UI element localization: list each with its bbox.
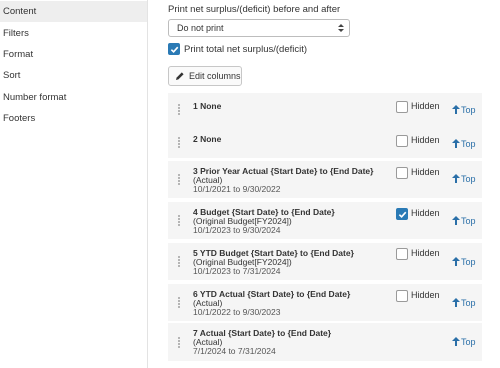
hidden-checkbox[interactable] [396, 101, 408, 113]
print-total-label: Print total net surplus/(deficit) [184, 44, 308, 55]
sidebar-item-label: Content [3, 6, 37, 17]
column-title: 1 None [193, 101, 222, 111]
arrow-up-icon [452, 257, 460, 266]
top-label: Top [461, 139, 476, 149]
arrow-up-icon [452, 105, 460, 114]
top-label: Top [461, 257, 476, 267]
top-label: Top [461, 337, 476, 347]
drag-handle-icon[interactable] [177, 104, 182, 116]
hidden-label: Hidden [411, 135, 440, 145]
sidebar-item-label: Footers [3, 113, 36, 124]
hidden-checkbox[interactable] [396, 248, 408, 260]
checkmark-icon [398, 211, 407, 219]
arrow-up-icon [452, 298, 460, 307]
arrow-up-icon [452, 337, 460, 346]
net-surplus-label: Print net surplus/(deficit) before and a… [168, 4, 341, 15]
top-label: Top [461, 216, 476, 226]
hidden-checkbox[interactable] [396, 167, 408, 179]
content-panel: Print net surplus/(deficit) before and a… [148, 0, 500, 368]
hidden-label: Hidden [411, 101, 440, 111]
column-row-5[interactable]: 5 YTD Budget {Start Date} to {End Date} … [168, 243, 482, 280]
column-dates: 7/1/2024 to 7/31/2024 [193, 346, 276, 356]
sidebar-item-content[interactable]: Content [0, 1, 147, 22]
column-row-3[interactable]: 3 Prior Year Actual {Start Date} to {End… [168, 161, 482, 198]
sidebar-item-sort[interactable]: Sort [0, 65, 147, 86]
hidden-checkbox[interactable] [396, 208, 408, 220]
arrow-up-icon [452, 216, 460, 225]
column-row-4[interactable]: 4 Budget {Start Date} to {End Date} (Ori… [168, 202, 482, 239]
net-surplus-select[interactable]: Do not print [168, 19, 350, 37]
hidden-label: Hidden [411, 208, 440, 218]
sidebar-item-label: Filters [3, 28, 29, 39]
net-surplus-select-value: Do not print [177, 23, 224, 33]
column-title: 2 None [193, 134, 222, 144]
column-dates: 10/1/2023 to 7/31/2024 [193, 266, 281, 276]
sidebar-item-filters[interactable]: Filters [0, 23, 147, 44]
hidden-label: Hidden [411, 290, 440, 300]
move-to-top-link[interactable]: Top [452, 174, 476, 184]
arrow-up-icon [452, 174, 460, 183]
top-label: Top [461, 105, 476, 115]
drag-handle-icon[interactable] [177, 137, 182, 149]
hidden-checkbox[interactable] [396, 290, 408, 302]
column-row-7[interactable]: 7 Actual {Start Date} to {End Date} (Act… [168, 323, 482, 361]
column-dates: 10/1/2023 to 9/30/2024 [193, 225, 281, 235]
drag-handle-icon[interactable] [177, 297, 182, 309]
arrow-up-icon [452, 139, 460, 148]
column-row-2[interactable]: 2 None Hidden Top [168, 126, 482, 158]
column-dates: 10/1/2022 to 9/30/2023 [193, 307, 281, 317]
sidebar-item-label: Format [3, 49, 34, 60]
move-to-top-link[interactable]: Top [452, 216, 476, 226]
column-row-6[interactable]: 6 YTD Actual {Start Date} to {End Date} … [168, 284, 482, 321]
print-total-checkbox[interactable] [168, 43, 180, 55]
move-to-top-link[interactable]: Top [452, 105, 476, 115]
sidebar-item-number-format[interactable]: Number format [0, 87, 147, 108]
move-to-top-link[interactable]: Top [452, 298, 476, 308]
sidebar-item-label: Number format [3, 92, 67, 103]
drag-handle-icon[interactable] [177, 174, 182, 186]
top-label: Top [461, 298, 476, 308]
sidebar-item-label: Sort [3, 70, 21, 81]
edit-columns-button[interactable]: Edit columns [168, 66, 242, 86]
checkmark-icon [170, 46, 179, 54]
column-dates: 10/1/2021 to 9/30/2022 [193, 184, 281, 194]
pencil-icon [176, 72, 184, 80]
sidebar: Content Filters Format Sort Number forma… [0, 0, 148, 368]
drag-handle-icon[interactable] [177, 215, 182, 227]
top-label: Top [461, 174, 476, 184]
column-row-1[interactable]: 1 None Hidden Top [168, 93, 482, 127]
move-to-top-link[interactable]: Top [452, 139, 476, 149]
sidebar-item-footers[interactable]: Footers [0, 108, 147, 129]
sidebar-item-format[interactable]: Format [0, 44, 147, 65]
hidden-label: Hidden [411, 167, 440, 177]
edit-columns-label: Edit columns [189, 71, 241, 81]
hidden-checkbox[interactable] [396, 135, 408, 147]
select-caret-icon [338, 24, 344, 32]
move-to-top-link[interactable]: Top [452, 257, 476, 267]
drag-handle-icon[interactable] [177, 256, 182, 268]
hidden-label: Hidden [411, 248, 440, 258]
move-to-top-link[interactable]: Top [452, 337, 476, 347]
drag-handle-icon[interactable] [177, 337, 182, 349]
